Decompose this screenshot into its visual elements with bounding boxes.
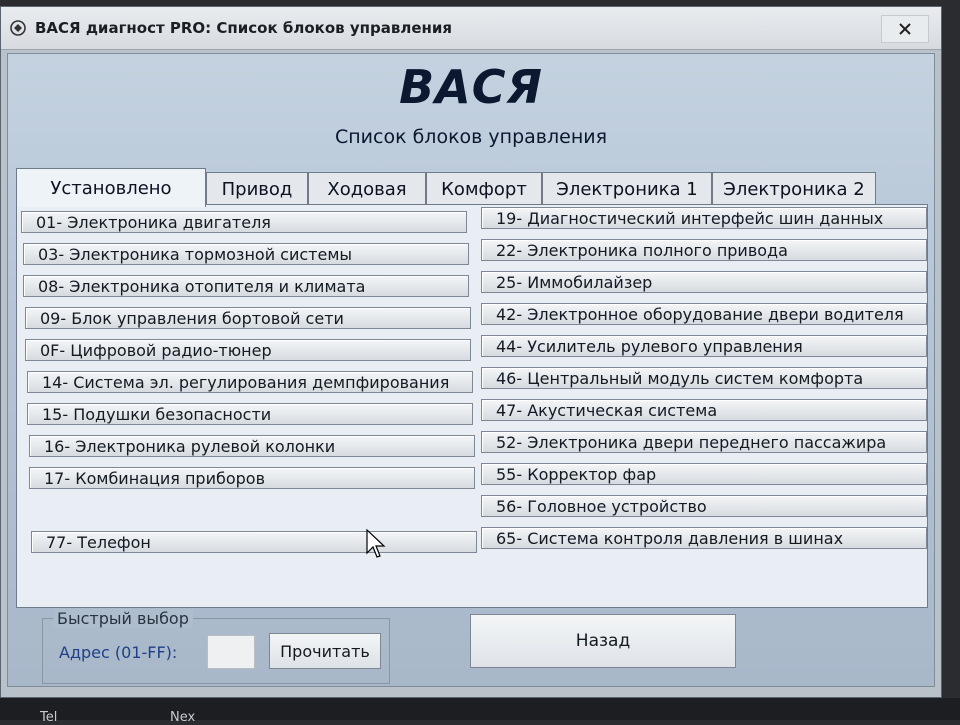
taskbar-label-left[interactable]: Tel — [40, 710, 57, 725]
app-window: ВАСЯ диагност PRO: Список блоков управле… — [0, 6, 942, 698]
tab-drive[interactable]: Привод — [206, 172, 308, 205]
module-button-03[interactable]: 03- Электроника тормозной системы — [23, 243, 469, 265]
module-button-65[interactable]: 65- Система контроля давления в шинах — [481, 527, 927, 549]
module-button-47[interactable]: 47- Акустическая система — [481, 399, 927, 421]
module-button-09[interactable]: 09- Блок управления бортовой сети — [25, 307, 471, 329]
tab-electronics-2[interactable]: Электроника 2 — [712, 172, 876, 205]
window-title: ВАСЯ диагност PRO: Список блоков управле… — [35, 19, 453, 37]
module-button-01[interactable]: 01- Электроника двигателя — [21, 211, 467, 233]
app-logo-icon — [10, 20, 26, 36]
module-button-14[interactable]: 14- Система эл. регулирования демпфирова… — [27, 371, 473, 393]
module-button-56[interactable]: 56- Головное устройство — [481, 495, 927, 517]
module-button-0f[interactable]: 0F- Цифровой радио-тюнер — [25, 339, 471, 361]
close-button[interactable] — [881, 15, 929, 43]
module-button-17[interactable]: 17- Комбинация приборов — [29, 467, 475, 489]
quick-select-group: Быстрый выбор Адрес (01-FF): Прочитать — [42, 609, 390, 684]
module-button-55[interactable]: 55- Корректор фар — [481, 463, 927, 485]
address-input[interactable] — [207, 635, 255, 669]
quick-select-label: Быстрый выбор — [53, 609, 193, 628]
tab-bar: Установлено Привод Ходовая Комфорт Элект… — [16, 168, 896, 207]
main-client-area: ВАСЯ Список блоков управления Установлен… — [7, 53, 935, 687]
module-button-42[interactable]: 42- Электронное оборудование двери водит… — [481, 303, 927, 325]
tab-chassis[interactable]: Ходовая — [308, 172, 426, 205]
close-icon — [899, 23, 911, 35]
title-bar: ВАСЯ диагност PRO: Список блоков управле… — [1, 7, 941, 50]
module-button-22[interactable]: 22- Электроника полного привода — [481, 239, 927, 261]
modules-panel: 01- Электроника двигателя 03- Электроник… — [16, 204, 928, 608]
module-button-15[interactable]: 15- Подушки безопасности — [27, 403, 473, 425]
app-name-heading: ВАСЯ — [399, 60, 543, 114]
tab-comfort[interactable]: Комфорт — [426, 172, 542, 205]
address-label: Адрес (01-FF): — [59, 643, 178, 662]
module-button-16[interactable]: 16- Электроника рулевой колонки — [29, 435, 475, 457]
tab-installed[interactable]: Установлено — [16, 168, 206, 207]
back-button[interactable]: Назад — [470, 614, 736, 668]
tab-electronics-1[interactable]: Электроника 1 — [542, 172, 712, 205]
page-subtitle: Список блоков управления — [334, 126, 608, 148]
module-button-25[interactable]: 25- Иммобилайзер — [481, 271, 927, 293]
module-button-08[interactable]: 08- Электроника отопителя и климата — [23, 275, 469, 297]
mouse-cursor-icon — [366, 529, 386, 558]
module-button-44[interactable]: 44- Усилитель рулевого управления — [481, 335, 927, 357]
taskbar-label-right[interactable]: Nex — [170, 710, 195, 725]
module-button-52[interactable]: 52- Электроника двери переднего пассажир… — [481, 431, 927, 453]
module-button-46[interactable]: 46- Центральный модуль систем комфорта — [481, 367, 927, 389]
module-button-19[interactable]: 19- Диагностический интерфейс шин данных — [481, 207, 927, 229]
taskbar: Tel Nex — [0, 698, 960, 725]
read-button[interactable]: Прочитать — [269, 633, 381, 669]
module-button-77[interactable]: 77- Телефон — [31, 531, 477, 553]
